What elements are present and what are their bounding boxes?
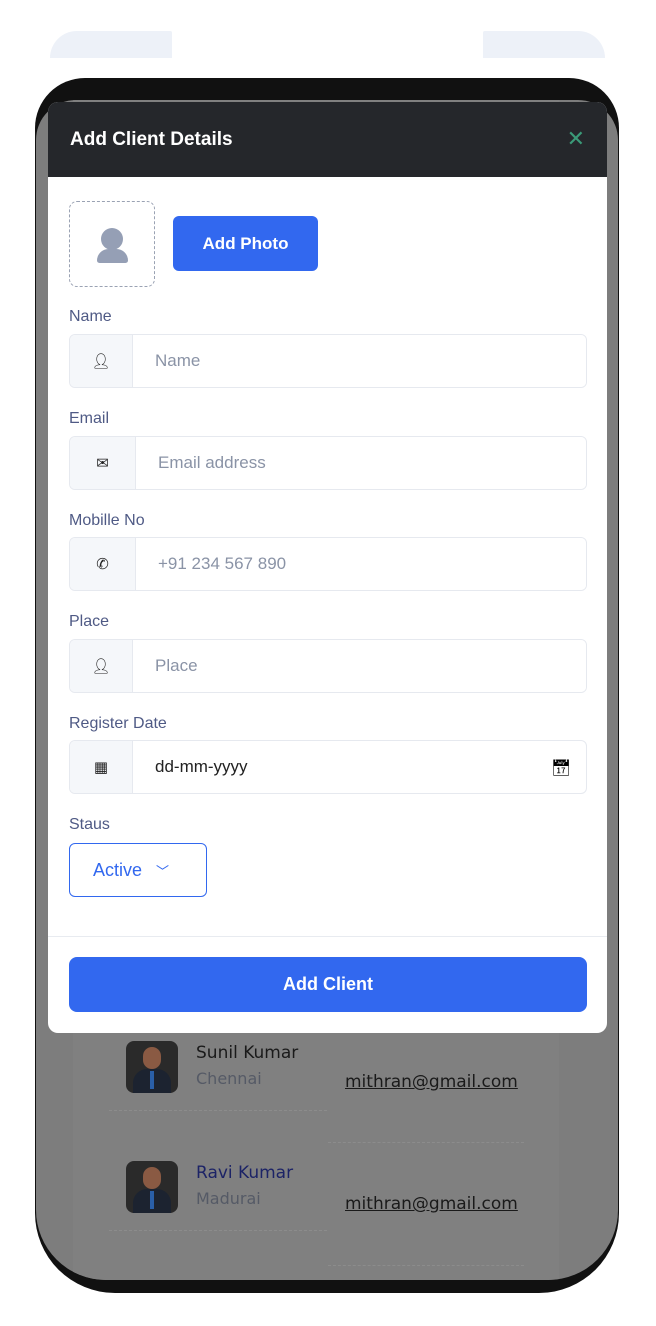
email-label: Email <box>69 410 110 427</box>
divider <box>48 936 607 937</box>
avatar <box>126 1041 178 1093</box>
avatar <box>126 1161 178 1213</box>
mobile-field[interactable]: ✆ <box>69 537 587 591</box>
user-icon: 👤︎ <box>70 335 133 387</box>
chevron-down-icon: ﹀ <box>156 863 170 879</box>
status-value: Active <box>93 859 143 880</box>
mobile-input[interactable] <box>136 538 586 590</box>
mobile-label: Mobille No <box>69 512 145 529</box>
add-client-button[interactable]: Add Client <box>69 957 587 1012</box>
name-field[interactable]: 👤︎ <box>69 334 587 388</box>
client-email-link[interactable]: mithran@gmail.com <box>345 1194 525 1214</box>
envelope-icon: ✉ <box>70 437 136 489</box>
modal-title: Add Client Details <box>70 128 233 150</box>
calendar-icon: ▦ <box>70 741 133 793</box>
email-input[interactable] <box>136 437 586 489</box>
close-icon[interactable]: ✕ <box>567 127 585 152</box>
decor-shape-left <box>50 31 172 58</box>
email-field[interactable]: ✉ <box>69 436 587 490</box>
decor-shape-right <box>483 31 605 58</box>
status-label: Staus <box>69 816 110 833</box>
place-field[interactable]: 👤︎ <box>69 639 587 693</box>
place-input[interactable] <box>133 640 586 692</box>
register-date-input[interactable] <box>133 741 536 793</box>
client-place: Madurai <box>196 1189 261 1208</box>
place-label: Place <box>69 613 110 630</box>
divider <box>328 1142 524 1143</box>
calendar-picker-icon[interactable]: 📅︎ <box>536 741 586 793</box>
photo-placeholder[interactable] <box>69 201 155 287</box>
add-photo-button[interactable]: Add Photo <box>173 216 318 271</box>
client-place: Chennai <box>196 1069 262 1088</box>
name-label: Name <box>69 308 112 325</box>
register-date-field[interactable]: ▦ 📅︎ <box>69 740 587 794</box>
client-name: Sunil Kumar <box>196 1043 299 1063</box>
add-client-modal: Add Client Details ✕ Add Photo Name 👤︎ E… <box>48 102 607 1033</box>
divider <box>109 1230 327 1231</box>
client-email-link[interactable]: mithran@gmail.com <box>345 1072 525 1092</box>
divider <box>328 1265 524 1266</box>
phone-icon: ✆ <box>70 538 136 590</box>
modal-header: Add Client Details ✕ <box>48 102 607 177</box>
status-select[interactable]: Active ﹀ <box>69 843 207 897</box>
user-icon: 👤︎ <box>70 640 133 692</box>
divider <box>109 1110 327 1111</box>
name-input[interactable] <box>133 335 586 387</box>
client-name: Ravi Kumar <box>196 1163 294 1183</box>
user-icon <box>101 228 123 250</box>
register-date-label: Register Date <box>69 715 167 732</box>
